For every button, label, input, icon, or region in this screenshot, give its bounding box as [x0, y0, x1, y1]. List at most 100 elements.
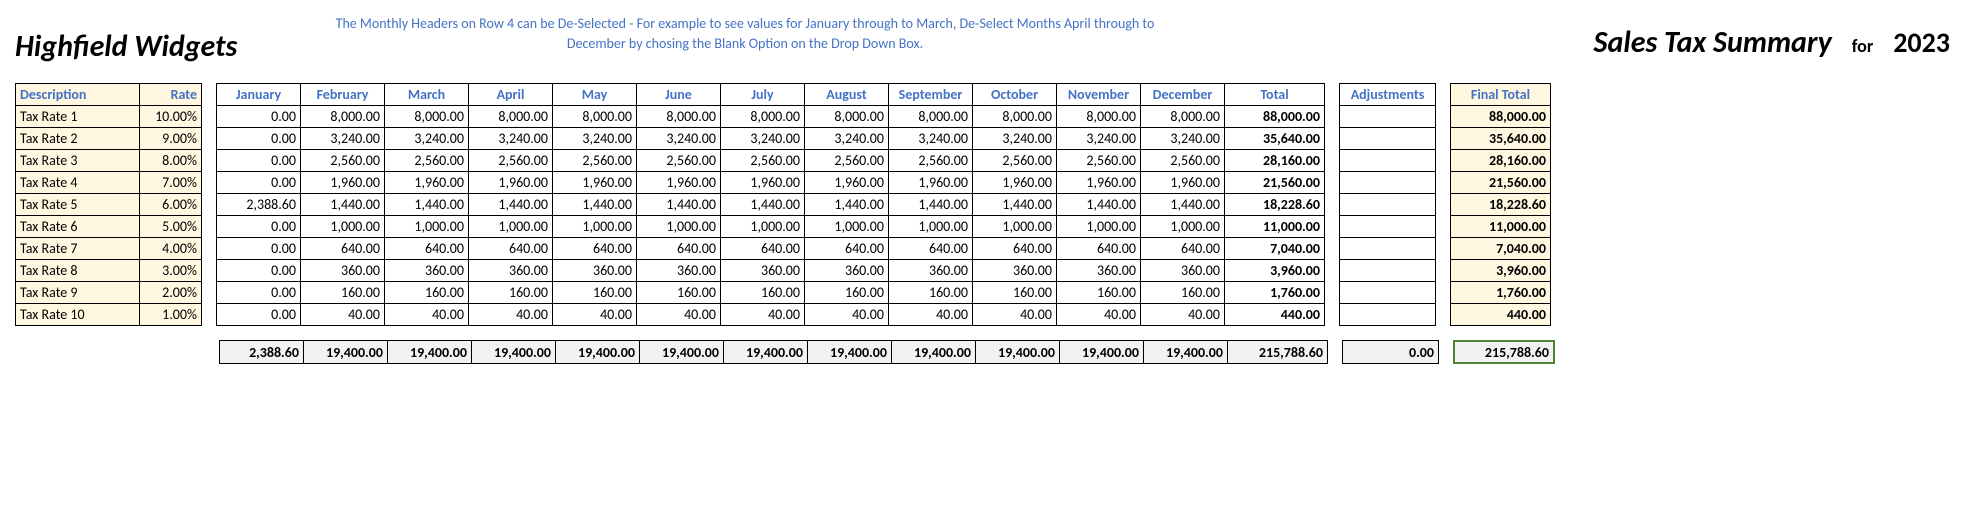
- grand-total-cell: 215,788.60: [1228, 341, 1328, 364]
- data-cell: 1,440.00: [1141, 194, 1225, 216]
- data-cell: 3,240.00: [385, 128, 469, 150]
- adjustments-sum: 0.00: [1342, 340, 1439, 364]
- rate-value: 2.00%: [140, 282, 202, 304]
- data-cell: 3,240.00: [1057, 128, 1141, 150]
- final-total-cell: 3,960.00: [1451, 260, 1551, 282]
- month-header[interactable]: March: [385, 84, 469, 106]
- header-adjustments: Adjustments: [1340, 84, 1436, 106]
- adjustment-cell[interactable]: [1340, 304, 1436, 326]
- table-row: 0.0040.0040.0040.0040.0040.0040.0040.004…: [217, 304, 1325, 326]
- data-cell: 2,388.60: [217, 194, 301, 216]
- data-cell: 1,960.00: [1141, 172, 1225, 194]
- row-total-cell: 3,960.00: [1225, 260, 1325, 282]
- month-header[interactable]: November: [1057, 84, 1141, 106]
- rate-value: 4.00%: [140, 238, 202, 260]
- month-header[interactable]: December: [1141, 84, 1225, 106]
- data-cell: 40.00: [385, 304, 469, 326]
- month-header[interactable]: August: [805, 84, 889, 106]
- adjustment-cell[interactable]: [1340, 260, 1436, 282]
- table-row: 0.00160.00160.00160.00160.00160.00160.00…: [217, 282, 1325, 304]
- data-cell: 1,000.00: [469, 216, 553, 238]
- data-cell: 640.00: [1057, 238, 1141, 260]
- column-sum-cell: 19,400.00: [1060, 341, 1144, 364]
- adjustment-cell[interactable]: [1340, 238, 1436, 260]
- month-header[interactable]: April: [469, 84, 553, 106]
- data-cell: 0.00: [217, 216, 301, 238]
- data-cell: 360.00: [1141, 260, 1225, 282]
- rate-name: Tax Rate 1: [16, 106, 140, 128]
- rate-name: Tax Rate 2: [16, 128, 140, 150]
- rate-value: 7.00%: [140, 172, 202, 194]
- data-cell: 8,000.00: [973, 106, 1057, 128]
- data-cell: 3,240.00: [805, 128, 889, 150]
- report-year: 2023: [1893, 25, 1950, 60]
- report-title: Sales Tax Summary: [1594, 24, 1832, 61]
- rate-name: Tax Rate 7: [16, 238, 140, 260]
- data-cell: 1,440.00: [721, 194, 805, 216]
- data-cell: 1,960.00: [805, 172, 889, 194]
- month-header[interactable]: June: [637, 84, 721, 106]
- data-cell: 640.00: [973, 238, 1057, 260]
- column-sum-cell: 19,400.00: [976, 341, 1060, 364]
- data-cell: 1,960.00: [721, 172, 805, 194]
- adjustment-cell[interactable]: [1340, 150, 1436, 172]
- table-row: Tax Rate 110.00%: [16, 106, 202, 128]
- data-cell: 1,000.00: [553, 216, 637, 238]
- rate-name: Tax Rate 8: [16, 260, 140, 282]
- monthly-sum-table: 2,388.6019,400.0019,400.0019,400.0019,40…: [219, 340, 1328, 364]
- adjustment-cell[interactable]: [1340, 282, 1436, 304]
- month-header[interactable]: January: [217, 84, 301, 106]
- month-header[interactable]: February: [301, 84, 385, 106]
- data-cell: 360.00: [889, 260, 973, 282]
- adjustment-cell[interactable]: [1340, 194, 1436, 216]
- data-cell: 1,960.00: [301, 172, 385, 194]
- adjustment-cell[interactable]: [1340, 106, 1436, 128]
- month-header[interactable]: May: [553, 84, 637, 106]
- data-cell: 0.00: [217, 238, 301, 260]
- data-cell: 40.00: [805, 304, 889, 326]
- data-cell: 640.00: [805, 238, 889, 260]
- table-row: 0.002,560.002,560.002,560.002,560.002,56…: [217, 150, 1325, 172]
- final-total-cell: 1,760.00: [1451, 282, 1551, 304]
- data-cell: 160.00: [721, 282, 805, 304]
- data-cell: 3,240.00: [637, 128, 721, 150]
- header-rate: Rate: [140, 84, 202, 106]
- row-total-cell: 440.00: [1225, 304, 1325, 326]
- adjustment-cell[interactable]: [1340, 172, 1436, 194]
- data-cell: 8,000.00: [553, 106, 637, 128]
- data-cell: 2,560.00: [1057, 150, 1141, 172]
- data-cell: 0.00: [217, 304, 301, 326]
- data-cell: 1,440.00: [973, 194, 1057, 216]
- data-cell: 0.00: [217, 172, 301, 194]
- data-cell: 360.00: [301, 260, 385, 282]
- data-cell: 1,000.00: [889, 216, 973, 238]
- adjustments-table: Adjustments: [1339, 83, 1436, 326]
- data-cell: 360.00: [469, 260, 553, 282]
- row-total-cell: 21,560.00: [1225, 172, 1325, 194]
- for-label: for: [1852, 35, 1874, 57]
- rate-value: 8.00%: [140, 150, 202, 172]
- data-cell: 2,560.00: [553, 150, 637, 172]
- summary-row: 2,388.6019,400.0019,400.0019,400.0019,40…: [15, 340, 1950, 364]
- data-cell: 8,000.00: [805, 106, 889, 128]
- table-row: Tax Rate 74.00%: [16, 238, 202, 260]
- data-cell: 2,560.00: [1141, 150, 1225, 172]
- final-sum: 215,788.60: [1453, 340, 1555, 364]
- month-header[interactable]: September: [889, 84, 973, 106]
- data-cell: 1,960.00: [469, 172, 553, 194]
- month-header[interactable]: October: [973, 84, 1057, 106]
- adjustment-cell[interactable]: [1340, 128, 1436, 150]
- adjustment-cell[interactable]: [1340, 216, 1436, 238]
- data-cell: 1,960.00: [385, 172, 469, 194]
- hint-text: The Monthly Headers on Row 4 can be De-S…: [325, 10, 1165, 53]
- month-header[interactable]: July: [721, 84, 805, 106]
- data-cell: 3,240.00: [889, 128, 973, 150]
- column-sum-cell: 19,400.00: [304, 341, 388, 364]
- data-cell: 40.00: [1141, 304, 1225, 326]
- data-cell: 1,960.00: [553, 172, 637, 194]
- column-sum-cell: 19,400.00: [892, 341, 976, 364]
- row-total-cell: 18,228.60: [1225, 194, 1325, 216]
- month-header[interactable]: Total: [1225, 84, 1325, 106]
- data-cell: 40.00: [553, 304, 637, 326]
- table-row: 0.003,240.003,240.003,240.003,240.003,24…: [217, 128, 1325, 150]
